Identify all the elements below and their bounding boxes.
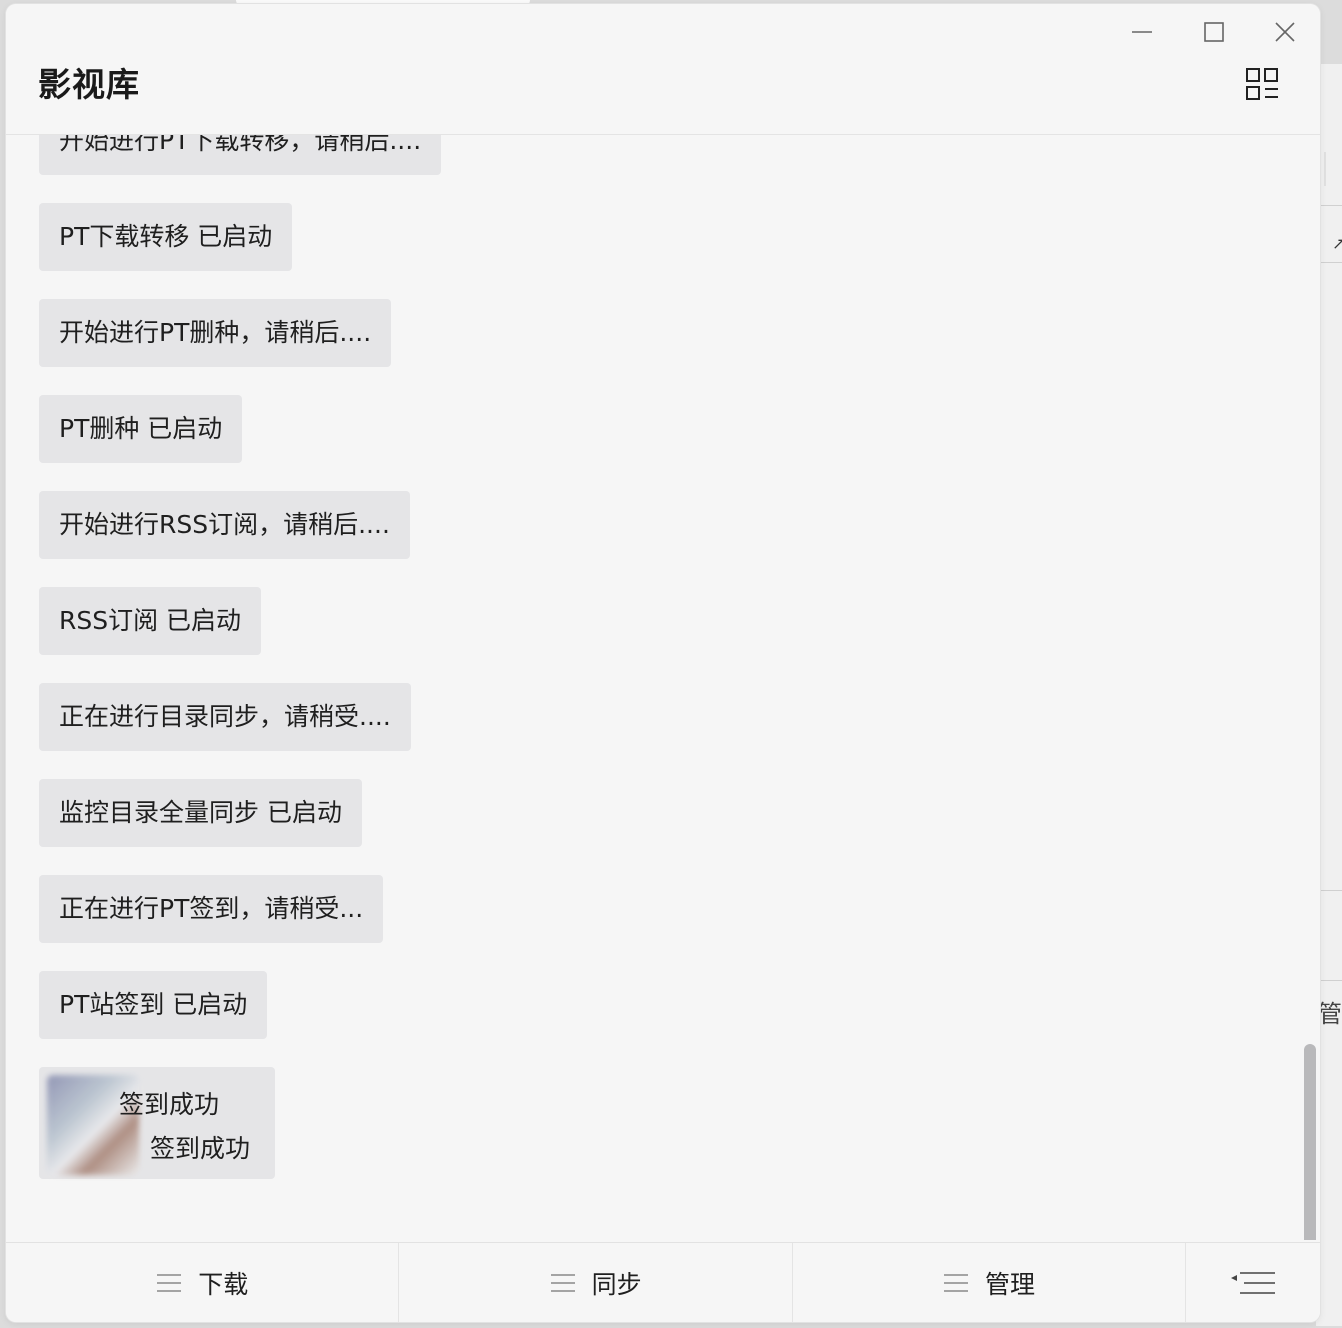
message-bubble[interactable]: 监控目录全量同步 已启动 xyxy=(39,779,362,847)
app-title: 影视库 xyxy=(38,65,140,104)
message-bubble[interactable]: PT删种 已启动 xyxy=(39,395,243,463)
message-bubble[interactable]: PT下载转移 已启动 xyxy=(39,203,293,271)
hamburger-icon xyxy=(550,1274,575,1292)
message-bubble[interactable]: 正在进行目录同步，请稍受.... xyxy=(39,683,411,751)
minimize-icon xyxy=(1132,31,1152,33)
message-bubble[interactable]: 开始进行RSS订阅，请稍后.... xyxy=(39,491,410,559)
maximize-button[interactable] xyxy=(1194,14,1234,50)
minimize-button[interactable] xyxy=(1122,14,1162,50)
background-divider xyxy=(1324,152,1326,186)
bottom-tab-bar: 下载 同步 管理 xyxy=(6,1242,1320,1322)
tab-download[interactable]: 下载 xyxy=(6,1243,400,1322)
maximize-icon xyxy=(1204,22,1224,42)
background-arrow-icon: ↗ xyxy=(1332,234,1342,253)
background-divider xyxy=(1320,890,1342,891)
tab-label: 下载 xyxy=(198,1270,249,1299)
menu-collapse-button[interactable] xyxy=(1186,1243,1320,1322)
signin-line: 签到成功 xyxy=(119,1090,220,1119)
title-bar: 影视库 xyxy=(6,4,1320,135)
close-button[interactable] xyxy=(1265,14,1305,50)
background-window-text: 管理 xyxy=(1318,1000,1342,1028)
hamburger-icon xyxy=(157,1274,182,1292)
app-window: 影视库 开始进行PT下载转移，请稍后.... PT下载转移 已启动 开始进行PT… xyxy=(6,4,1320,1322)
message-list[interactable]: 开始进行PT下载转移，请稍后.... PT下载转移 已启动 开始进行PT删种，请… xyxy=(6,134,1320,1240)
message-bubble[interactable]: PT站签到 已启动 xyxy=(39,971,268,1039)
background-divider xyxy=(1320,262,1342,263)
background-divider xyxy=(1320,980,1342,981)
signin-result-bubble[interactable]: 签到成功 签到成功 xyxy=(39,1067,275,1179)
message-bubble[interactable]: 开始进行PT下载转移，请稍后.... xyxy=(39,134,442,175)
scrollbar-thumb[interactable] xyxy=(1304,1044,1316,1240)
tab-label: 同步 xyxy=(591,1270,642,1299)
tab-sync[interactable]: 同步 xyxy=(399,1243,793,1322)
hamburger-icon xyxy=(944,1274,968,1292)
close-icon xyxy=(1275,22,1295,42)
message-bubble[interactable]: RSS订阅 已启动 xyxy=(39,587,262,655)
signin-line: 签到成功 xyxy=(150,1134,251,1163)
tab-manage[interactable]: 管理 xyxy=(793,1243,1187,1322)
message-bubble[interactable]: 开始进行PT删种，请稍后.... xyxy=(39,299,392,367)
grid-menu-icon[interactable] xyxy=(1244,66,1280,102)
menu-collapse-icon xyxy=(1231,1272,1276,1294)
message-bubble[interactable]: 正在进行PT签到，请稍受... xyxy=(39,875,384,943)
background-divider xyxy=(1320,205,1342,206)
tab-label: 管理 xyxy=(985,1270,1036,1299)
